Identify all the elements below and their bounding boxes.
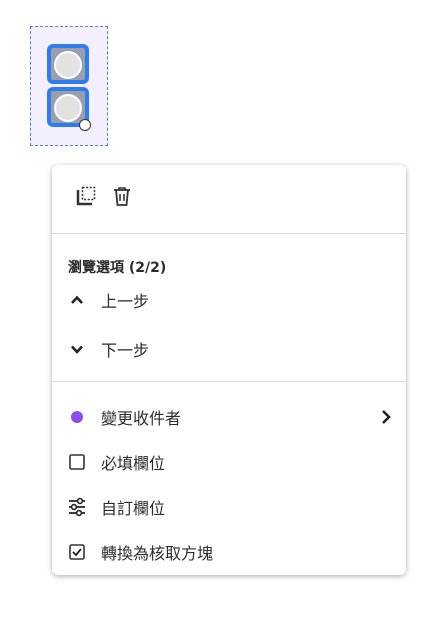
menu-toolbar [52, 165, 406, 233]
divider [52, 233, 406, 234]
menu-item-label: 上一步 [101, 292, 150, 311]
trash-icon [114, 187, 130, 206]
purple-dot-icon [67, 407, 87, 427]
select-area-icon [76, 186, 96, 206]
radio-group-field[interactable] [30, 26, 108, 146]
radio-circle-icon [54, 94, 82, 122]
radio-option-1[interactable] [47, 44, 89, 84]
menu-item-label: 轉換為核取方塊 [101, 544, 214, 563]
delete-button[interactable] [108, 182, 136, 210]
menu-item-required-field[interactable]: 必填欄位 [52, 445, 406, 479]
menu-item-convert-to-checkbox[interactable]: 轉換為核取方塊 [52, 535, 406, 569]
menu-item-label: 自訂欄位 [101, 499, 166, 518]
radio-circle-icon [54, 51, 82, 79]
context-menu: 瀏覽選項 (2/2) 上一步 下一步 變更收件者 必填欄位 自訂欄位 轉換為核取… [52, 165, 406, 575]
checkbox-empty-icon [67, 452, 87, 472]
divider [52, 381, 406, 382]
menu-item-label: 必填欄位 [101, 454, 166, 473]
resize-handle[interactable] [79, 119, 91, 131]
menu-item-custom-field[interactable]: 自訂欄位 [52, 490, 406, 524]
chevron-down-icon [67, 339, 87, 359]
select-area-button[interactable] [72, 182, 100, 210]
menu-item-label: 變更收件者 [101, 409, 182, 428]
menu-item-change-recipient[interactable]: 變更收件者 [52, 400, 406, 434]
canvas: 瀏覽選項 (2/2) 上一步 下一步 變更收件者 必填欄位 自訂欄位 轉換為核取… [0, 0, 432, 637]
menu-item-next[interactable]: 下一步 [52, 332, 406, 366]
menu-item-label: 下一步 [101, 341, 150, 360]
menu-item-previous[interactable]: 上一步 [52, 283, 406, 317]
chevron-right-icon [378, 408, 394, 430]
checkbox-checked-icon [67, 542, 87, 562]
chevron-up-icon [67, 290, 87, 310]
sliders-icon [67, 497, 87, 517]
section-title: 瀏覽選項 (2/2) [68, 260, 167, 276]
